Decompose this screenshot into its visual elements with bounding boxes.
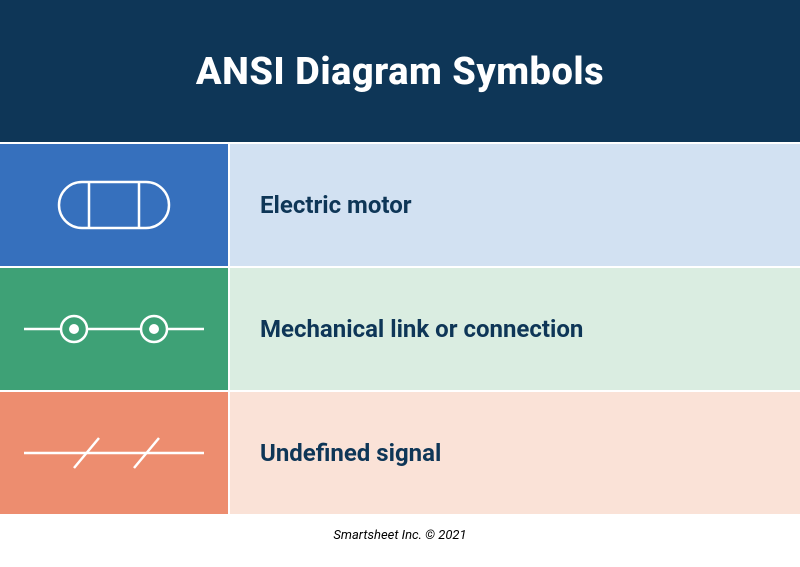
- symbol-row: Electric motor: [0, 142, 800, 266]
- symbol-label: Electric motor: [230, 144, 800, 266]
- symbol-row: Mechanical link or connection: [0, 266, 800, 390]
- symbol-label: Undefined signal: [230, 392, 800, 514]
- symbol-label: Mechanical link or connection: [230, 268, 800, 390]
- page-title: ANSI Diagram Symbols: [0, 0, 800, 142]
- mechanical-link-icon: [0, 268, 230, 390]
- undefined-signal-icon: [0, 392, 230, 514]
- copyright-footer: Smartsheet Inc. © 2021: [0, 514, 800, 543]
- electric-motor-icon: [0, 144, 230, 266]
- symbol-row: Undefined signal: [0, 390, 800, 514]
